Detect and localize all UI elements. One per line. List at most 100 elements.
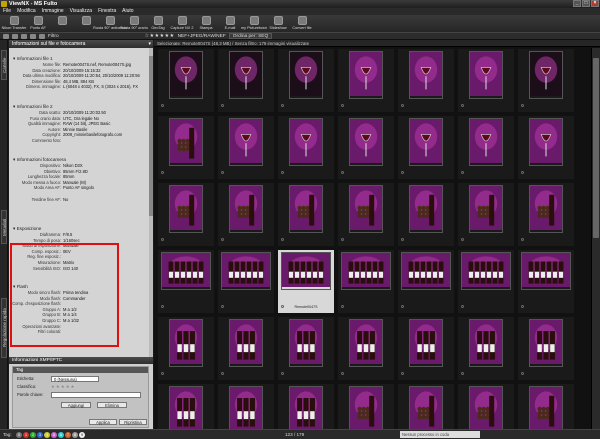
classifica-stars[interactable]: ★ ★ ★ ★ ★ xyxy=(51,384,74,390)
thumbnail[interactable] xyxy=(278,49,334,112)
delete-keyword-button[interactable]: Elimina xyxy=(97,402,127,408)
tag-chip-8[interactable]: 8 xyxy=(72,432,78,438)
thumbnail-checkbox[interactable] xyxy=(461,171,464,174)
thumbnail[interactable] xyxy=(398,183,454,246)
thumbnail-checkbox[interactable] xyxy=(221,171,224,174)
thumbnail-image[interactable] xyxy=(229,118,263,166)
thumbnail[interactable] xyxy=(458,250,514,313)
thumbnail-image[interactable] xyxy=(469,185,503,233)
thumbnail-checkbox[interactable] xyxy=(281,372,284,375)
thumbnail[interactable] xyxy=(218,250,274,313)
thumbnail[interactable] xyxy=(158,317,214,380)
toolbar-button-11[interactable]: Slideshow xyxy=(266,15,290,32)
toolbar-button-0[interactable]: Nikon Transfer xyxy=(2,15,26,32)
thumbnail-checkbox[interactable] xyxy=(221,104,224,107)
tag-chip-6[interactable]: 6 xyxy=(58,432,64,438)
filter-icon[interactable] xyxy=(39,33,45,39)
tag-chip-0[interactable]: 0 xyxy=(16,432,22,438)
thumbnail-checkbox[interactable] xyxy=(461,372,464,375)
thumbnail[interactable] xyxy=(278,183,334,246)
viewer-scroll-thumb[interactable] xyxy=(593,58,599,238)
viewer-scrollbar[interactable] xyxy=(591,48,600,429)
thumbnail-checkbox[interactable] xyxy=(401,305,404,308)
thumbnail-checkbox[interactable] xyxy=(521,104,524,107)
parole-chiave-input[interactable] xyxy=(51,392,141,398)
thumbnail-image[interactable] xyxy=(461,252,511,290)
tab-metadati[interactable]: Metadati xyxy=(1,210,7,244)
thumbnail-image[interactable] xyxy=(341,252,391,290)
thumbnail[interactable] xyxy=(518,250,574,313)
etichetta-select[interactable]: 0 (Nessuna) xyxy=(51,376,99,382)
thumbnail[interactable] xyxy=(398,317,454,380)
panel-options-icon[interactable]: ▾ xyxy=(148,40,151,48)
thumbnail-checkbox[interactable] xyxy=(401,238,404,241)
thumbnail[interactable] xyxy=(398,250,454,313)
thumbnail-image[interactable] xyxy=(229,319,263,367)
thumbnail[interactable] xyxy=(518,116,574,179)
thumbnail-image[interactable] xyxy=(229,386,263,434)
thumbnail-image[interactable] xyxy=(529,51,563,99)
thumbnail-image[interactable] xyxy=(161,252,211,290)
thumbnail-checkbox[interactable] xyxy=(281,238,284,241)
thumbnail-image[interactable] xyxy=(349,386,383,434)
thumbnail-image[interactable] xyxy=(401,252,451,290)
thumbnail[interactable] xyxy=(338,49,394,112)
thumbnail[interactable] xyxy=(338,250,394,313)
thumbnail-checkbox[interactable] xyxy=(521,372,524,375)
thumbnail[interactable] xyxy=(158,183,214,246)
thumbnail-checkbox[interactable] xyxy=(221,238,224,241)
apply-button[interactable]: Applica xyxy=(89,419,117,425)
thumbnail-checkbox[interactable] xyxy=(461,238,464,241)
thumbnail-checkbox[interactable] xyxy=(221,305,224,308)
thumbnail-image[interactable] xyxy=(169,386,203,434)
back-icon[interactable] xyxy=(3,33,9,39)
thumbnail[interactable] xyxy=(218,183,274,246)
thumbnail-image[interactable] xyxy=(229,51,263,99)
thumbnail-checkbox[interactable] xyxy=(401,372,404,375)
thumbnail[interactable] xyxy=(278,317,334,380)
tag-chip-4[interactable]: 4 xyxy=(44,432,50,438)
toolbar-button-1[interactable]: Punto AF xyxy=(26,15,50,32)
thumbnail-checkbox[interactable] xyxy=(161,171,164,174)
reset-button[interactable]: Ripristina xyxy=(119,419,147,425)
thumbnail-checkbox[interactable] xyxy=(461,305,464,308)
forward-icon[interactable] xyxy=(12,33,18,39)
add-keyword-button[interactable]: Aggiungi xyxy=(61,402,91,408)
thumbnail-checkbox[interactable] xyxy=(341,238,344,241)
toolbar-button-8[interactable]: Stampa xyxy=(194,15,218,32)
thumbnail[interactable] xyxy=(518,183,574,246)
menu-item-0[interactable]: File xyxy=(3,8,11,15)
thumbnail[interactable] xyxy=(458,183,514,246)
thumbnail[interactable] xyxy=(518,49,574,112)
thumbnail-checkbox[interactable] xyxy=(161,372,164,375)
thumbnail[interactable] xyxy=(458,49,514,112)
format-filter[interactable]: NEF+JPEG/RAW/NEF xyxy=(178,34,226,39)
thumbnail-checkbox[interactable] xyxy=(401,171,404,174)
minimize-button[interactable]: _ xyxy=(573,0,581,7)
thumbnail[interactable] xyxy=(458,317,514,380)
thumbnail-image[interactable] xyxy=(521,252,571,290)
thumbnail-image[interactable] xyxy=(409,319,443,367)
thumbnail-image[interactable] xyxy=(221,252,271,290)
tag-chip-5[interactable]: 5 xyxy=(51,432,57,438)
list-view-icon[interactable] xyxy=(30,33,36,39)
thumbnail-image[interactable] xyxy=(409,51,443,99)
toolbar-button-5[interactable]: Ruota 90° orario xyxy=(120,15,148,32)
thumbnail-image[interactable] xyxy=(169,185,203,233)
thumbnail[interactable] xyxy=(398,49,454,112)
thumbnail-checkbox[interactable] xyxy=(281,171,284,174)
menu-item-4[interactable]: Finestra xyxy=(98,8,116,15)
tag-chip-7[interactable]: 7 xyxy=(65,432,71,438)
thumbnail-image[interactable] xyxy=(281,252,331,290)
thumbnail[interactable] xyxy=(518,317,574,380)
panel-scrollbar[interactable] xyxy=(149,48,153,406)
thumbnail-checkbox[interactable] xyxy=(221,372,224,375)
thumbnail-image[interactable] xyxy=(409,118,443,166)
toolbar-button-2[interactable] xyxy=(50,15,74,32)
thumbnail-checkbox[interactable] xyxy=(161,104,164,107)
toolbar-button-12[interactable]: Convert file xyxy=(290,15,314,32)
menu-item-1[interactable]: Modifica xyxy=(17,8,36,15)
toolbar-button-7[interactable]: Capture NX 2 xyxy=(170,15,194,32)
thumbnail-checkbox[interactable] xyxy=(341,171,344,174)
tab-regolazione-rapida[interactable]: Regolazione rapida xyxy=(1,298,7,358)
